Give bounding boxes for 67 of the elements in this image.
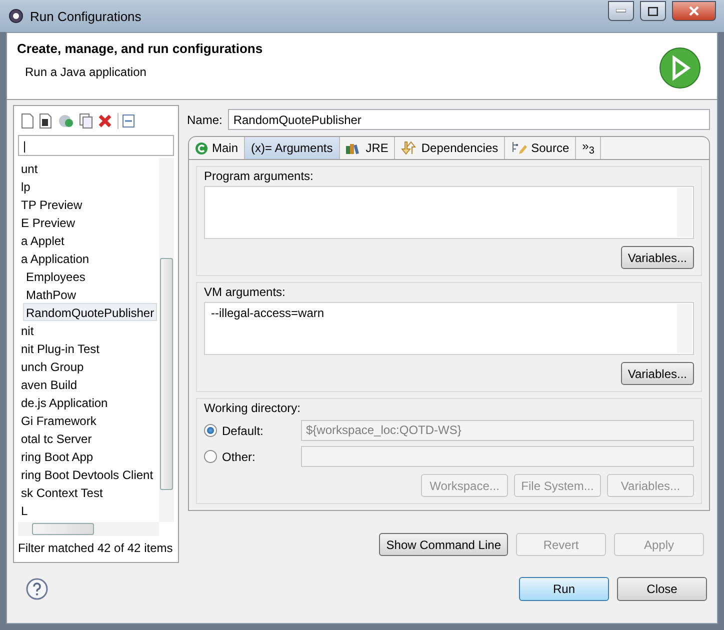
- collapse-all-icon[interactable]: [117, 113, 135, 129]
- directory-field[interactable]: [301, 446, 694, 467]
- tab[interactable]: »$_{3}$: [576, 137, 602, 159]
- radio-label: Other:: [222, 450, 256, 464]
- maximize-button[interactable]: [640, 1, 666, 21]
- variables-button[interactable]: Variables...: [620, 362, 694, 385]
- run-icon: [659, 47, 701, 89]
- close-button[interactable]: [672, 1, 716, 21]
- duplicate-icon[interactable]: [79, 113, 93, 129]
- tree-item[interactable]: a Applet: [18, 231, 68, 249]
- radio-label: Default:: [222, 424, 264, 438]
- run-icon: [195, 142, 208, 154]
- minimize-icon: [616, 9, 626, 13]
- group-label: VM arguments:: [204, 285, 286, 299]
- action-button[interactable]: Show Command Line: [379, 533, 508, 556]
- tree-item[interactable]: Employees: [23, 267, 88, 285]
- tree-item[interactable]: aven Build: [18, 375, 80, 393]
- tree-item[interactable]: E Preview: [18, 213, 78, 231]
- tree-item[interactable]: unch Group: [18, 357, 87, 375]
- tree-item[interactable]: a Application: [18, 249, 92, 267]
- tree-item[interactable]: sk Context Test: [18, 483, 106, 501]
- dialog-button[interactable]: Close: [617, 577, 707, 601]
- tree-item[interactable]: ring Boot Devtools Client: [18, 465, 156, 483]
- radio-button[interactable]: [204, 424, 217, 437]
- tree-pencil-icon: [511, 141, 528, 155]
- horizontal-scrollbar[interactable]: [18, 522, 159, 536]
- dialog-button[interactable]: Run: [519, 577, 609, 601]
- group-label: Program arguments:: [204, 169, 314, 183]
- tab[interactable]: (x)= Arguments: [245, 137, 340, 159]
- tree-item[interactable]: lp: [18, 177, 34, 195]
- tab[interactable]: Source: [505, 137, 576, 159]
- maximize-icon: [648, 6, 658, 16]
- tree-item[interactable]: ring Boot App: [18, 447, 96, 465]
- vertical-scrollbar[interactable]: [159, 158, 174, 522]
- gear-icon: [8, 8, 24, 24]
- radio-button[interactable]: [204, 450, 217, 463]
- close-icon: [689, 6, 699, 16]
- tree-item[interactable]: RandomQuotePublisher: [23, 303, 158, 321]
- header-title: Create, manage, and run configurations: [17, 41, 264, 56]
- name-label: Name:: [187, 112, 222, 126]
- group-label: Working directory:: [204, 401, 302, 415]
- directory-field[interactable]: ${workspace_loc:QOTD-WS}: [301, 420, 694, 441]
- tree-item[interactable]: Gi Framework: [18, 411, 100, 429]
- tree-item[interactable]: unt: [18, 159, 41, 177]
- filter-status: Filter matched 42 of 42 items: [18, 541, 174, 557]
- variables-button[interactable]: Variables...: [620, 246, 694, 269]
- name-field[interactable]: RandomQuotePublisher: [228, 109, 710, 130]
- header-subtitle: Run a Java application: [24, 65, 148, 79]
- tab[interactable]: JRE: [340, 137, 396, 159]
- filter-field[interactable]: |: [18, 135, 174, 156]
- new-file-icon[interactable]: [21, 113, 34, 129]
- tree-item[interactable]: L: [18, 501, 31, 519]
- books-icon: [346, 142, 362, 154]
- vm-arguments-field[interactable]: --illegal-access=warn: [204, 302, 694, 355]
- tree-item[interactable]: MathPow: [23, 285, 80, 303]
- tree-item[interactable]: nit: [18, 321, 37, 339]
- window-title: Run Configurations: [30, 8, 142, 24]
- delete-icon[interactable]: [98, 114, 112, 128]
- arrows-icon: [401, 141, 418, 155]
- tree-item[interactable]: otal tc Server: [18, 429, 95, 447]
- tree-item[interactable]: de.js Application: [18, 393, 111, 411]
- tree-item[interactable]: nit Plug-in Test: [18, 339, 102, 357]
- program-arguments-field[interactable]: [204, 186, 694, 239]
- help-icon[interactable]: [26, 578, 48, 600]
- tree-item[interactable]: TP Preview: [18, 195, 86, 213]
- minimize-button[interactable]: [608, 1, 634, 21]
- tab[interactable]: Dependencies: [395, 137, 506, 159]
